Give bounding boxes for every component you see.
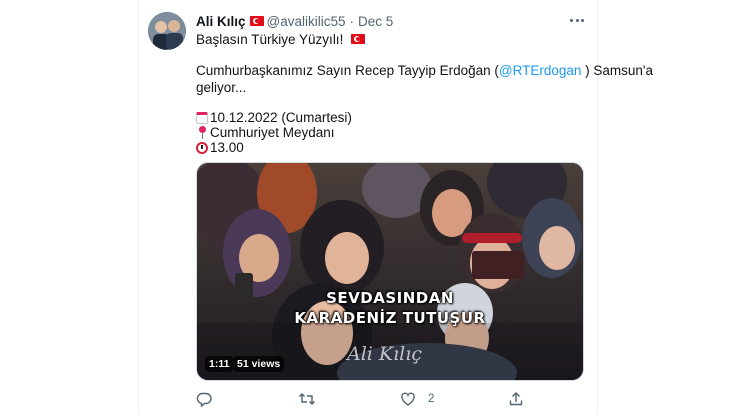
body-text: Cumhurbaşkanımız Sayın Recep Tayyip Erdo… bbox=[196, 63, 499, 78]
event-place: Cumhuriyet Meydanı bbox=[210, 125, 335, 140]
more-icon[interactable] bbox=[570, 14, 584, 26]
pin-icon bbox=[198, 126, 207, 139]
like-icon bbox=[401, 392, 415, 406]
video-duration: 1:11 bbox=[205, 356, 234, 372]
event-date: 10.12.2022 (Cumartesi) bbox=[210, 110, 352, 125]
reply-button[interactable] bbox=[196, 391, 212, 407]
video-player[interactable]: SEVDASINDAN KARADENİZ TUTUŞUR Ali Kılıç … bbox=[196, 162, 584, 381]
retweet-icon bbox=[299, 393, 315, 405]
video-signature: Ali Kılıç bbox=[347, 343, 422, 365]
reply-icon bbox=[196, 392, 212, 407]
share-icon bbox=[509, 392, 523, 406]
like-button[interactable]: 2 bbox=[400, 391, 434, 407]
mention-link[interactable]: @RTErdogan bbox=[499, 63, 582, 78]
tweet-header: Ali Kılıç @avalikilic55 · Dec 5 bbox=[196, 12, 393, 30]
author-handle[interactable]: @avalikilic55 bbox=[267, 14, 346, 29]
calendar-icon bbox=[196, 112, 208, 124]
video-caption-line1: SEVDASINDAN bbox=[326, 289, 454, 307]
author-name[interactable]: Ali Kılıç bbox=[196, 14, 246, 29]
clock-icon bbox=[196, 142, 208, 154]
like-count: 2 bbox=[428, 393, 435, 405]
turkey-flag-icon bbox=[351, 34, 366, 44]
retweet-button[interactable] bbox=[298, 391, 316, 407]
tweet-text-line3: geliyor... bbox=[196, 80, 247, 95]
event-time-line: 13.00 bbox=[196, 139, 244, 156]
video-caption-line2: KARADENİZ TUTUŞUR bbox=[294, 309, 486, 327]
share-button[interactable] bbox=[508, 391, 524, 407]
tweet-text-line1: Başlasın Türkiye Yüzyılı! bbox=[196, 31, 368, 48]
separator: · bbox=[349, 13, 355, 29]
tweet-text-line2: Cumhurbaşkanımız Sayın Recep Tayyip Erdo… bbox=[196, 62, 653, 79]
avatar[interactable] bbox=[148, 12, 186, 50]
headline-text: Başlasın Türkiye Yüzyılı! bbox=[196, 32, 344, 47]
event-time: 13.00 bbox=[210, 140, 244, 155]
video-views: 51 views bbox=[233, 356, 285, 372]
turkey-flag-icon bbox=[249, 16, 264, 26]
tweet-date[interactable]: Dec 5 bbox=[358, 14, 393, 29]
body-text-tail: ) Samsun'a bbox=[581, 63, 654, 78]
